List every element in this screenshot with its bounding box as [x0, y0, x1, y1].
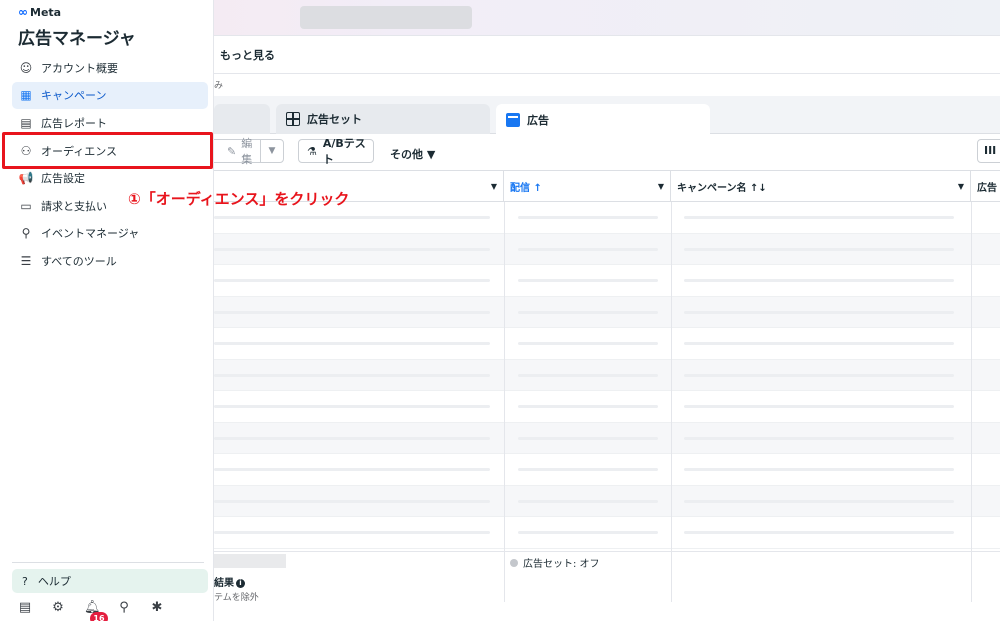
events-icon: ⚲ — [21, 226, 31, 241]
table-row[interactable] — [214, 265, 1000, 297]
info-icon[interactable]: i — [236, 579, 245, 588]
sidebar-footer: ▤ ⚙ 🔔︎16 ⚲ ✱ — [18, 600, 164, 621]
annotation-text: ①「オーディエンス」をクリック — [128, 190, 350, 208]
menu-icon: ☰ — [20, 253, 32, 268]
table-body — [214, 202, 1000, 602]
sidebar-item-campaigns[interactable]: ▦ キャンペーン — [12, 81, 208, 110]
table-row[interactable] — [214, 296, 1000, 328]
columns-button[interactable]: III — [977, 139, 1000, 163]
pencil-icon: ✎ — [227, 144, 237, 158]
caret-down-icon: ▼ — [268, 146, 276, 156]
column-header-campaign-name[interactable]: キャンペーン名 ↑↓ ▼ — [671, 171, 971, 202]
table-row[interactable] — [214, 328, 1000, 360]
credit-card-icon: ▭ — [20, 198, 32, 213]
sidebar-item-label: アカウント概要 — [41, 61, 118, 75]
bug-icon[interactable]: ✱ — [150, 600, 164, 621]
meta-brand: ∞ Meta — [18, 5, 62, 19]
table-row[interactable] — [214, 359, 1000, 391]
sidebar-item-events-manager[interactable]: ⚲ イベントマネージャ — [12, 220, 208, 248]
tab-label: 広告 — [527, 113, 549, 127]
sidebar-item-label: 広告設定 — [41, 172, 85, 186]
delivery-status: 広告セット: オフ — [510, 555, 600, 570]
edit-button[interactable]: ✎ 編集 — [210, 137, 260, 166]
status-dot-icon — [510, 558, 518, 567]
annotation-highlight-box — [2, 132, 213, 169]
report-icon: ▤ — [20, 115, 32, 130]
account-selector-placeholder[interactable] — [300, 6, 472, 29]
sidebar-divider — [12, 562, 204, 563]
notification-badge: 16 — [90, 612, 108, 621]
level-tabs: 広告セット 広告 — [214, 96, 1000, 135]
app-title: 広告マネージャ — [18, 29, 136, 49]
sidebar-item-all-tools[interactable]: ☰ すべてのツール — [12, 247, 208, 275]
table-row[interactable] — [214, 233, 1000, 265]
caret-down-icon[interactable]: ▼ — [958, 182, 964, 191]
table-toolbar: ✎ 編集 ▼ ⚗ A/Bテスト その他 ▼ III — [210, 134, 1000, 170]
question-icon: ? — [22, 574, 28, 588]
results-subtext: テムを除外 — [214, 593, 259, 603]
sidebar: ∞ Meta 広告マネージャ ☺ アカウント概要 ▦ キャンペーン ▤ 広告レポ… — [0, 0, 214, 621]
more-actions-dropdown[interactable]: その他 ▼ — [390, 146, 435, 162]
ad-set-icon — [286, 112, 300, 126]
table-row[interactable] — [214, 485, 1000, 517]
table-footer-row: 広告セット: オフ — [214, 551, 1000, 570]
sidebar-item-account-overview[interactable]: ☺ アカウント概要 — [12, 54, 208, 82]
sidebar-item-label: 広告レポート — [41, 116, 107, 130]
table-row[interactable] — [214, 517, 1000, 549]
ad-icon — [506, 112, 520, 127]
gauge-icon: ☺ — [19, 60, 33, 75]
breadcrumb: み — [214, 81, 224, 91]
more-link[interactable]: もっと見る — [220, 47, 275, 63]
bell-icon[interactable]: 🔔︎16 — [84, 600, 108, 621]
edit-dropdown-button[interactable]: ▼ — [260, 139, 284, 163]
tab-ads[interactable]: 広告 — [496, 104, 710, 135]
gear-icon[interactable]: ⚙ — [51, 600, 65, 621]
sub-navigation: もっと見る — [214, 36, 1000, 74]
table-row[interactable] — [214, 422, 1000, 454]
sidebar-item-label: キャンペーン — [41, 89, 107, 103]
results-label: 結果 i — [214, 574, 245, 589]
meta-logo-icon: ∞ — [18, 5, 28, 19]
ab-test-button[interactable]: ⚗ A/Bテスト — [298, 137, 374, 166]
caret-down-icon[interactable]: ▼ — [658, 182, 664, 191]
help-button[interactable]: ? ヘルプ — [12, 569, 208, 593]
footer-placeholder — [214, 554, 286, 568]
megaphone-icon: 📢 — [18, 171, 34, 186]
news-icon[interactable]: ▤ — [18, 600, 32, 621]
column-header-ad[interactable]: 広告 — [971, 171, 1000, 202]
flask-icon: ⚗ — [307, 144, 317, 158]
column-header-delivery[interactable]: 配信 ↑ ▼ — [504, 171, 671, 202]
table-row[interactable] — [214, 391, 1000, 423]
sidebar-item-label: 請求と支払い — [41, 199, 107, 213]
sidebar-item-label: すべてのツール — [41, 254, 117, 268]
search-icon[interactable]: ⚲ — [117, 600, 131, 621]
tab-label: 広告セット — [307, 113, 362, 126]
sidebar-item-label: イベントマネージャ — [41, 227, 140, 241]
tab-campaigns[interactable] — [214, 104, 270, 134]
table-row[interactable] — [214, 454, 1000, 486]
table-icon: ▦ — [20, 88, 32, 103]
tab-ad-sets[interactable]: 広告セット — [276, 104, 490, 134]
caret-down-icon[interactable]: ▼ — [491, 182, 497, 191]
